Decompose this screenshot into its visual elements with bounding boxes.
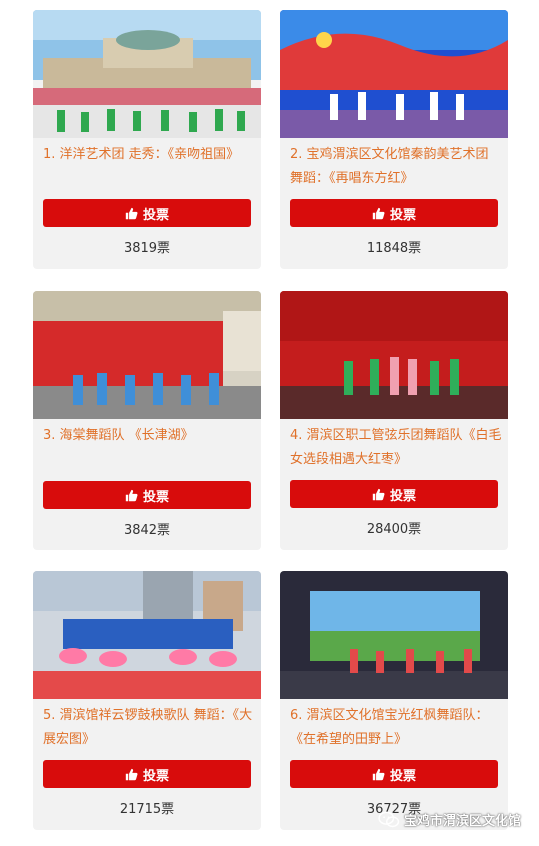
entry-title: 1. 洋洋艺术团 走秀：《亲吻祖国》: [43, 147, 240, 162]
entry-title: 2. 宝鸡渭滨区文化馆秦韵美艺术团 舞蹈：《再唱东方红》: [290, 147, 489, 186]
vote-button[interactable]: 投票: [290, 199, 498, 227]
wechat-icon: [378, 811, 400, 827]
vote-count: 28400票: [366, 522, 422, 537]
vote-button[interactable]: 投票: [290, 480, 498, 508]
thumbs-up-icon: [125, 207, 138, 219]
thumbs-up-icon: [372, 207, 385, 219]
entry-photo-1[interactable]: [33, 10, 261, 138]
vote-count: 3819票: [123, 241, 171, 256]
thumbs-up-icon: [372, 488, 385, 500]
watermark: 宝鸡市渭滨区文化馆: [378, 810, 521, 829]
entry-title: 6. 渭滨区文化馆宝光红枫舞蹈队：《在希望的田野上》: [290, 708, 489, 747]
vote-button-label: 投票: [142, 207, 169, 223]
vote-button[interactable]: 投票: [43, 481, 251, 509]
thumbs-up-icon: [125, 768, 138, 780]
vote-button-label: 投票: [142, 489, 169, 505]
entry-card-5: 5. 渭滨馆祥云锣鼓秧歌队 舞蹈：《大展宏图》 投票 21715票: [33, 571, 261, 830]
vote-button-label: 投票: [142, 768, 169, 784]
entry-card-2: 2. 宝鸡渭滨区文化馆秦韵美艺术团 舞蹈：《再唱东方红》 投票 11848票: [280, 10, 508, 269]
vote-count: 3842票: [123, 523, 171, 538]
entry-card-4: 4. 渭滨区职工管弦乐团舞蹈队《白毛女选段相遇大红枣》 投票 28400票: [280, 291, 508, 550]
vote-count: 11848票: [366, 241, 422, 256]
watermark-text: 宝鸡市渭滨区文化馆: [404, 814, 522, 829]
vote-button-label: 投票: [389, 768, 416, 784]
vote-button-label: 投票: [389, 488, 416, 504]
entry-card-1: 1. 洋洋艺术团 走秀：《亲吻祖国》 投票 3819票: [33, 10, 261, 269]
entry-photo-2[interactable]: [280, 10, 508, 138]
entry-photo-5[interactable]: [33, 571, 261, 699]
vote-count: 21715票: [119, 802, 175, 817]
vote-button[interactable]: 投票: [43, 760, 251, 788]
entry-photo-6[interactable]: [280, 571, 508, 699]
entry-photo-3[interactable]: [33, 291, 261, 419]
entry-title: 5. 渭滨馆祥云锣鼓秧歌队 舞蹈：《大展宏图》: [43, 708, 253, 747]
vote-entry-grid: 1. 洋洋艺术团 走秀：《亲吻祖国》 投票 3819票 2. 宝鸡渭滨区文化馆秦…: [0, 0, 539, 846]
vote-button[interactable]: 投票: [290, 760, 498, 788]
entry-photo-4[interactable]: [280, 291, 508, 419]
entry-card-6: 6. 渭滨区文化馆宝光红枫舞蹈队：《在希望的田野上》 投票 36727票: [280, 571, 508, 830]
thumbs-up-icon: [372, 768, 385, 780]
vote-button[interactable]: 投票: [43, 199, 251, 227]
entry-title: 4. 渭滨区职工管弦乐团舞蹈队《白毛女选段相遇大红枣》: [290, 428, 502, 467]
entry-title: 3. 海棠舞蹈队 《长津湖》: [43, 428, 194, 443]
vote-button-label: 投票: [389, 207, 416, 223]
entry-card-3: 3. 海棠舞蹈队 《长津湖》 投票 3842票: [33, 291, 261, 550]
thumbs-up-icon: [125, 489, 138, 501]
